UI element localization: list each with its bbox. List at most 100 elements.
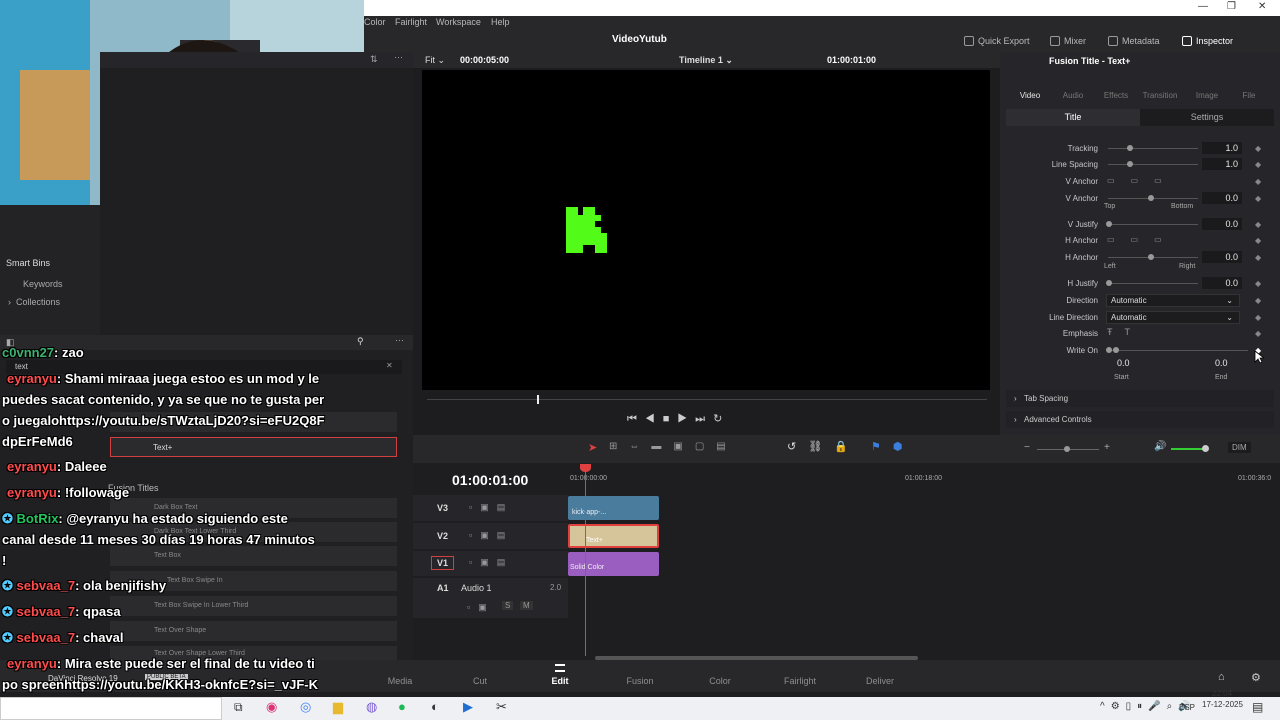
track-header-v3[interactable]: V3 ▫▣▤ (413, 495, 568, 521)
track-controls[interactable]: ▫▣▤ (469, 530, 513, 541)
write-on-start-knob[interactable] (1106, 347, 1112, 353)
timeline-playhead[interactable] (585, 466, 586, 656)
line-spacing-knob[interactable] (1127, 161, 1133, 167)
write-on-slider[interactable] (1108, 350, 1248, 351)
volume-icon[interactable]: 🔊 (1154, 441, 1166, 452)
write-on-start-value[interactable]: 0.0 (1117, 358, 1130, 368)
playhead-handle[interactable] (580, 464, 591, 472)
subtab-settings[interactable]: Settings (1140, 109, 1274, 126)
transport-controls[interactable]: ⏮◀■▶⏭↻ (627, 412, 730, 426)
tracking-knob[interactable] (1127, 145, 1133, 151)
direction-dropdown[interactable]: Automatic ⌄ (1106, 294, 1240, 307)
spotify-icon[interactable]: ● (398, 699, 406, 714)
viewer-playhead[interactable] (537, 395, 539, 404)
tab-spacing-section[interactable]: › Tab Spacing (1006, 390, 1274, 407)
line-spacing-value[interactable]: 1.0 (1202, 158, 1242, 170)
messenger-icon[interactable]: ◍ (366, 699, 377, 715)
clip-v2[interactable]: Text+ (568, 524, 659, 548)
collections-item[interactable]: › Collections (8, 297, 60, 307)
v-justify-knob[interactable] (1106, 221, 1112, 227)
tab-effects[interactable]: Effects (1096, 91, 1136, 100)
minimize-icon[interactable]: — (1198, 1, 1208, 12)
restore-icon[interactable]: ❐ (1227, 1, 1236, 12)
keyframe-icon[interactable]: ◆ (1255, 279, 1261, 288)
clip-v3[interactable]: kick-app-... (568, 496, 659, 520)
copilot-icon[interactable]: ◉ (266, 699, 277, 715)
tab-transition[interactable]: Transition (1140, 91, 1180, 100)
davinci-icon[interactable]: ◐ (431, 699, 439, 714)
zoom-fit-dropdown[interactable]: Fit ⌄ (425, 55, 445, 66)
page-edit[interactable]: Edit (530, 676, 590, 686)
keyframe-icon[interactable]: ◆ (1255, 236, 1261, 245)
track-controls[interactable]: ▫▣▤ (469, 502, 513, 513)
search-icon[interactable]: ⚲ (357, 336, 364, 347)
tab-file[interactable]: File (1229, 91, 1269, 100)
sort-icon[interactable]: ⇅ (370, 54, 378, 65)
timeline-selector[interactable]: Timeline 1 ⌄ (679, 55, 733, 66)
tracking-value[interactable]: 1.0 (1202, 142, 1242, 154)
zoom-plus-icon[interactable]: + (1104, 442, 1110, 453)
volume-knob[interactable] (1202, 445, 1209, 452)
flag-marker-tools[interactable]: ⚑⬢ (871, 440, 914, 453)
menu-fairlight[interactable]: Fairlight (395, 17, 427, 27)
v-anchor-value[interactable]: 0.0 (1202, 192, 1242, 204)
h-anchor-knob[interactable] (1148, 254, 1154, 260)
more-icon[interactable]: ··· (395, 335, 404, 345)
subtab-title[interactable]: Title (1006, 109, 1140, 126)
v-anchor-buttons[interactable]: ▭▭▭ (1107, 176, 1178, 185)
clock-date[interactable]: 17-12-2025 (1202, 700, 1243, 709)
write-on-end-knob[interactable] (1113, 347, 1119, 353)
selection-tool-icon[interactable]: ➤ (588, 441, 597, 454)
solo-button[interactable]: S (502, 601, 514, 610)
mixer-button[interactable]: Mixer (1050, 36, 1086, 46)
home-icon[interactable]: ⌂ (1218, 671, 1225, 683)
viewer-scrubber[interactable] (427, 399, 987, 400)
page-fairlight[interactable]: Fairlight (770, 676, 830, 686)
quick-export-button[interactable]: Quick Export (964, 36, 1030, 46)
keywords-item[interactable]: Keywords (23, 279, 63, 289)
clock-time[interactable]: 22:04 (1212, 689, 1232, 698)
settings-icon[interactable]: ⚙ (1251, 671, 1261, 684)
close-icon[interactable]: ✕ (1258, 1, 1266, 12)
taskbar-search-input[interactable] (0, 697, 222, 720)
track-controls[interactable]: ▫▣ (467, 602, 495, 613)
keyframe-icon[interactable]: ◆ (1255, 194, 1261, 203)
track-header-a1[interactable]: A1 Audio 1 2.0 ▫▣ S M (413, 578, 568, 618)
emphasis-buttons[interactable]: ŦT (1107, 327, 1142, 337)
v-justify-value[interactable]: 0.0 (1202, 218, 1242, 230)
page-media[interactable]: Media (370, 676, 430, 686)
advanced-controls-section[interactable]: › Advanced Controls (1006, 411, 1274, 428)
metadata-button[interactable]: Metadata (1108, 36, 1160, 46)
keyframe-icon[interactable]: ◆ (1255, 144, 1261, 153)
track-controls[interactable]: ▫▣▤ (469, 557, 513, 568)
h-anchor-value[interactable]: 0.0 (1202, 251, 1242, 263)
menu-color[interactable]: Color (364, 17, 386, 27)
track-header-v2[interactable]: V2 ▫▣▤ (413, 523, 568, 549)
v-justify-slider[interactable] (1108, 224, 1198, 225)
task-view-icon[interactable]: ⧉ (234, 700, 243, 715)
file-explorer-icon[interactable]: ▆ (333, 699, 343, 715)
inspector-button[interactable]: Inspector (1182, 36, 1233, 46)
line-direction-dropdown[interactable]: Automatic ⌄ (1106, 311, 1240, 324)
keyframe-icon[interactable]: ◆ (1255, 313, 1261, 322)
snap-link-tools[interactable]: ↺⛓🔒 (787, 440, 860, 453)
keyframe-icon[interactable]: ◆ (1255, 296, 1261, 305)
zoom-knob[interactable] (1064, 446, 1070, 452)
h-justify-slider[interactable] (1108, 283, 1198, 284)
notification-icon[interactable]: ▤ (1252, 700, 1263, 714)
chrome-icon[interactable]: ◎ (300, 699, 311, 715)
menu-workspace[interactable]: Workspace (436, 17, 481, 27)
page-cut[interactable]: Cut (450, 676, 510, 686)
edit-tools[interactable]: ⊞⇔▬▣▢▤ (609, 441, 738, 452)
keyframe-icon[interactable]: ◆ (1255, 177, 1261, 186)
keyframe-icon[interactable]: ◆ (1255, 220, 1261, 229)
page-color[interactable]: Color (690, 676, 750, 686)
tab-video[interactable]: Video (1010, 91, 1050, 100)
tab-image[interactable]: Image (1187, 91, 1227, 100)
h-justify-knob[interactable] (1106, 280, 1112, 286)
dim-button[interactable]: DIM (1228, 442, 1251, 453)
page-deliver[interactable]: Deliver (850, 676, 910, 686)
page-fusion[interactable]: Fusion (610, 676, 670, 686)
keyframe-icon[interactable]: ◆ (1255, 329, 1261, 338)
write-on-end-value[interactable]: 0.0 (1215, 358, 1228, 368)
